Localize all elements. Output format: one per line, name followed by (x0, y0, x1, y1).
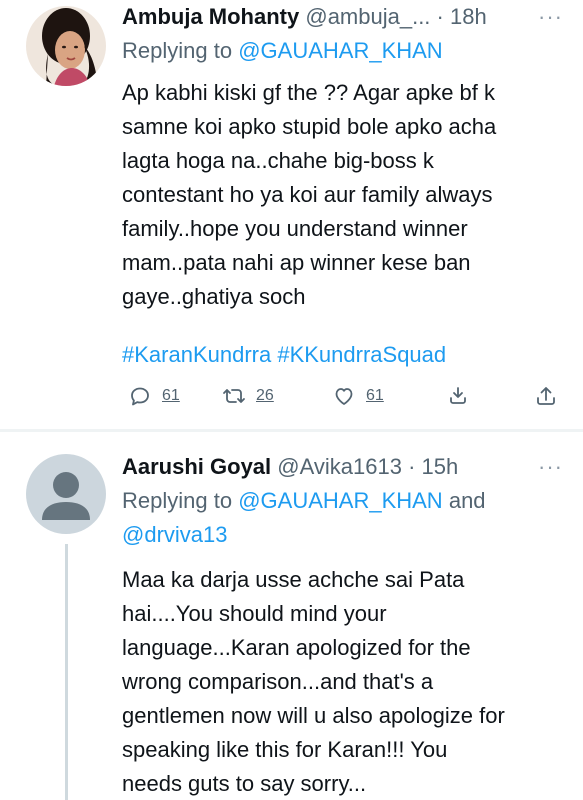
avatar[interactable] (26, 454, 106, 534)
replying-to-label: Replying to (122, 38, 233, 63)
replying-to: Replying to @GAUAHAR_KHAN (122, 34, 565, 68)
avatar[interactable] (26, 6, 106, 86)
mention-joiner: and (448, 488, 486, 513)
hashtag-link[interactable]: #KaranKundrra (122, 342, 271, 367)
share-button[interactable] (534, 378, 558, 414)
author-handle[interactable]: @Avika1613 (277, 454, 402, 479)
tweet-header: Aarushi Goyal @Avika1613 · 15h ··· (122, 450, 563, 484)
share-icon (537, 387, 555, 405)
tweet-text: Ap kabhi kiski gf the ?? Agar apke bf k … (122, 80, 497, 309)
tweet-aarushi-goyal[interactable]: Aarushi Goyal @Avika1613 · 15h ··· Reply… (0, 432, 583, 800)
header-separator: · (408, 454, 416, 479)
header-separator: · (436, 4, 444, 29)
mention-link[interactable]: @GAUAHAR_KHAN (238, 488, 443, 513)
hashtag-link[interactable]: #KKundrraSquad (277, 342, 446, 367)
thread-line (65, 544, 68, 800)
hashtags: #KaranKundrra #KKundrraSquad (122, 338, 446, 372)
retweet-button[interactable]: 26 (222, 378, 274, 414)
author-name[interactable]: Ambuja Mohanty (122, 4, 299, 29)
author-handle[interactable]: @ambuja_... (305, 4, 430, 29)
reply-button[interactable]: 61 (128, 378, 180, 414)
replying-to-label: Replying to (122, 488, 233, 513)
author-name[interactable]: Aarushi Goyal (122, 454, 271, 479)
tweet-header: Ambuja Mohanty @ambuja_... · 18h ··· (122, 0, 563, 34)
tweet-actions: 61 26 61 (122, 378, 562, 414)
bookmark-button[interactable] (446, 378, 470, 414)
replying-to: Replying to @GAUAHAR_KHAN and @drviva13 (122, 484, 565, 552)
more-options-icon[interactable]: ··· (538, 450, 563, 484)
timestamp[interactable]: 15h (422, 454, 459, 479)
tweet-ambuja-mohanty[interactable]: Ambuja Mohanty @ambuja_... · 18h ··· Rep… (0, 0, 583, 430)
profile-photo (26, 6, 106, 86)
mention-link[interactable]: @drviva13 (122, 522, 228, 547)
mention-link[interactable]: @GAUAHAR_KHAN (238, 38, 443, 63)
like-button[interactable]: 61 (332, 378, 384, 414)
bookmark-icon (450, 387, 466, 404)
default-avatar-icon (26, 454, 106, 534)
like-count: 61 (366, 387, 384, 404)
retweet-icon (223, 389, 245, 403)
tweet-text: Maa ka darja usse achche sai Pata hai...… (122, 567, 505, 796)
like-icon (335, 388, 353, 405)
more-options-icon[interactable]: ··· (538, 0, 563, 34)
reply-icon (131, 387, 149, 406)
reply-count: 61 (162, 387, 180, 404)
retweet-count: 26 (256, 387, 274, 404)
timestamp[interactable]: 18h (450, 4, 487, 29)
